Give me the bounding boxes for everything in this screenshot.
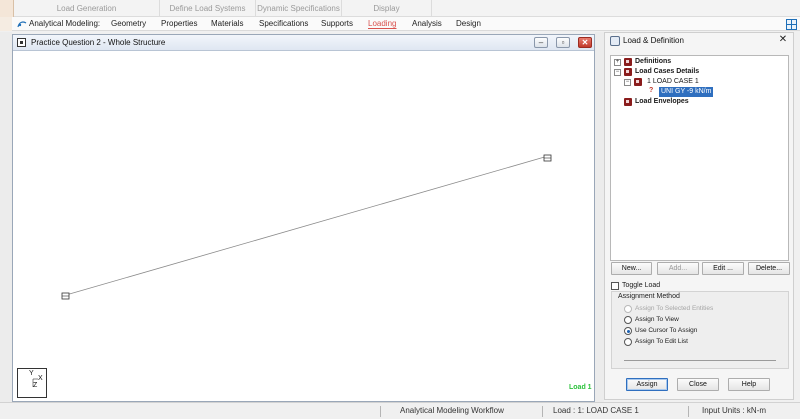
structure-canvas[interactable] [13, 51, 594, 401]
subtab-display[interactable]: Display [342, 0, 432, 17]
assignment-method-title: Assignment Method [618, 293, 680, 300]
assignment-method-group: Assignment Method Assign To Selected Ent… [611, 291, 789, 369]
panel-close-icon[interactable]: ✕ [777, 34, 789, 46]
new-button[interactable]: New... [611, 262, 652, 275]
menu-mode-label: Analytical Modeling: [29, 19, 101, 28]
radio-use-cursor-label: Use Cursor To Assign [635, 327, 698, 334]
subtab-dynamic-specifications[interactable]: Dynamic Specifications [256, 0, 342, 17]
tree-item-load-case-1[interactable]: 1 LOAD CASE 1 [647, 77, 699, 87]
menu-bar: Analytical Modeling: Geometry Properties… [0, 17, 800, 31]
panel-title: Load & Definition [623, 36, 684, 45]
load-definition-panel: Load & Definition ✕ + Definitions − Load… [604, 32, 794, 400]
maximize-button[interactable]: ▫ [556, 37, 570, 48]
load-label: Load 1 [569, 384, 592, 391]
status-units: Input Units : kN-m [702, 406, 767, 415]
maximize-icon: ▫ [561, 38, 565, 47]
menu-specifications[interactable]: Specifications [259, 17, 308, 31]
status-bar: Analytical Modeling Workflow Load : 1: L… [0, 402, 800, 419]
tree-item-definitions[interactable]: Definitions [635, 57, 671, 67]
sub-tab-left-stub [0, 0, 14, 17]
toggle-load-checkbox[interactable] [611, 282, 619, 290]
structure-window-title: Practice Question 2 - Whole Structure [31, 38, 166, 47]
radio-assign-to-view-label: Assign To View [635, 316, 679, 323]
sub-tab-bar: Load Generation Define Load Systems Dyna… [0, 0, 800, 17]
assignment-divider [624, 360, 776, 361]
load-envelopes-icon [624, 98, 632, 106]
page-layout-icon[interactable] [786, 19, 797, 30]
toggle-load-label: Toggle Load [622, 282, 661, 289]
menu-left-stub [0, 17, 12, 31]
minimize-button[interactable]: – [534, 37, 548, 48]
radio-assign-selected-dot [624, 305, 632, 313]
structure-window-icon [17, 38, 26, 47]
status-divider-1 [380, 406, 381, 417]
analytical-modeling-icon [17, 21, 27, 28]
status-divider-3 [688, 406, 689, 417]
structure-drawing [61, 154, 552, 300]
radio-assign-edit-list-dot[interactable] [624, 338, 632, 346]
menu-analysis[interactable]: Analysis [412, 17, 442, 31]
status-workflow: Analytical Modeling Workflow [400, 406, 504, 415]
status-divider-2 [542, 406, 543, 417]
definitions-icon [624, 58, 632, 66]
edit-button[interactable]: Edit ... [702, 262, 744, 275]
menu-loading[interactable]: Loading [368, 17, 396, 31]
close-icon: ✕ [581, 38, 589, 47]
add-button[interactable]: Add... [657, 262, 699, 275]
load-cases-icon [624, 68, 632, 76]
support-node-right [543, 154, 552, 162]
radio-assign-to-view-dot[interactable] [624, 316, 632, 324]
subtab-load-generation[interactable]: Load Generation [14, 0, 160, 17]
close-button[interactable]: ✕ [578, 37, 592, 48]
help-button[interactable]: Help [728, 378, 770, 391]
axis-lines [32, 378, 38, 387]
expand-definitions-icon[interactable]: + [614, 59, 621, 66]
mid-gap [595, 32, 604, 402]
beam-member [65, 155, 549, 296]
radio-assign-selected-label: Assign To Selected Entities [635, 305, 714, 312]
tree-item-load-envelopes[interactable]: Load Envelopes [635, 97, 689, 107]
menu-design[interactable]: Design [456, 17, 481, 31]
menu-properties[interactable]: Properties [161, 17, 197, 31]
menu-geometry[interactable]: Geometry [111, 17, 146, 31]
status-load: Load : 1: LOAD CASE 1 [553, 406, 639, 415]
structure-window-titlebar[interactable]: Practice Question 2 - Whole Structure – … [13, 35, 594, 51]
load-definition-icon [610, 36, 620, 46]
load-item-icon: ? [649, 87, 654, 94]
support-node-left [61, 292, 70, 300]
left-gutter [0, 32, 12, 402]
radio-use-cursor-dot[interactable] [624, 327, 632, 335]
collapse-load-case-1-icon[interactable]: − [624, 79, 631, 86]
structure-window: Practice Question 2 - Whole Structure – … [12, 34, 595, 402]
collapse-load-cases-icon[interactable]: − [614, 69, 621, 76]
minimize-icon: – [538, 38, 544, 47]
menu-supports[interactable]: Supports [321, 17, 353, 31]
menu-materials[interactable]: Materials [211, 17, 243, 31]
close-panel-button[interactable]: Close [677, 378, 719, 391]
tree-item-load-cases-details[interactable]: Load Cases Details [635, 67, 699, 77]
axis-triad: Y X Z [17, 368, 47, 398]
panel-titlebar: Load & Definition ✕ [605, 33, 793, 49]
subtab-define-load-systems[interactable]: Define Load Systems [160, 0, 256, 17]
delete-button[interactable]: Delete... [748, 262, 790, 275]
tree-item-uni-gy-load[interactable]: UNI GY -9 kN/m [659, 87, 714, 97]
load-tree[interactable]: + Definitions − Load Cases Details − 1 L… [610, 55, 789, 261]
assign-button[interactable]: Assign [626, 378, 668, 391]
radio-assign-edit-list-label: Assign To Edit List [635, 338, 688, 345]
load-case-icon [634, 78, 642, 86]
